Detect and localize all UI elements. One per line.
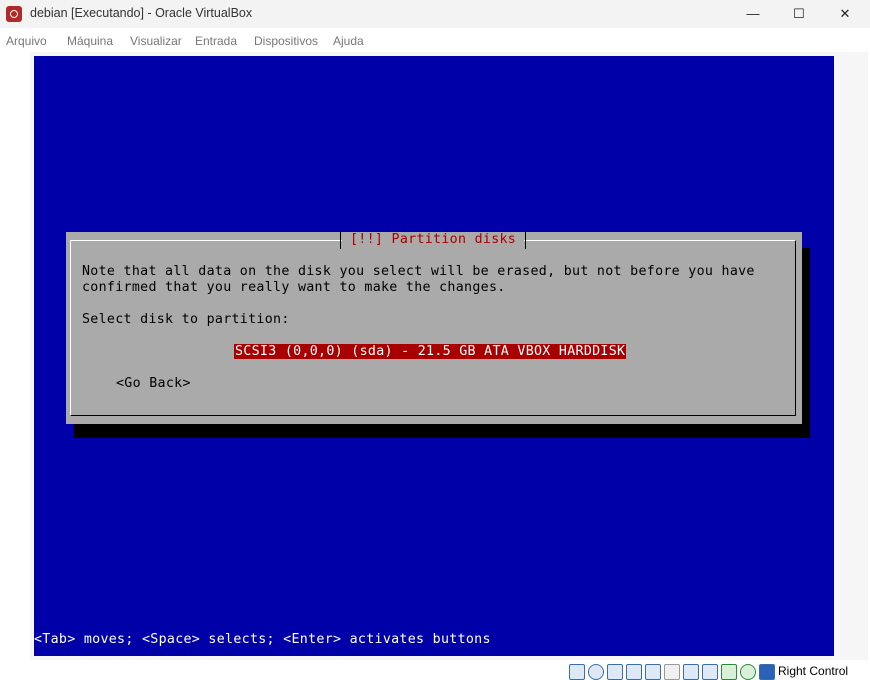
virtualbox-app-icon	[6, 6, 22, 22]
display-icon[interactable]	[683, 664, 699, 680]
menu-entrada[interactable]: Entrada	[195, 34, 237, 48]
dialog-note-line-2: confirmed that you really want to make t…	[82, 280, 506, 295]
menu-bar: Arquivo Máquina Visualizar Entrada Dispo…	[0, 30, 870, 52]
minimize-button[interactable]: —	[730, 0, 776, 28]
select-disk-prompt: Select disk to partition:	[82, 312, 290, 327]
menu-visualizar[interactable]: Visualizar	[130, 34, 182, 48]
menu-dispositivos[interactable]: Dispositivos	[254, 34, 318, 48]
partition-dialog: [!!] Partition disks Note that all data …	[66, 232, 802, 424]
dialog-note-line-1: Note that all data on the disk you selec…	[82, 264, 755, 279]
keyboard-icon[interactable]	[759, 664, 775, 680]
usb-icon[interactable]	[645, 664, 661, 680]
optical-drive-icon[interactable]	[588, 664, 604, 680]
shared-folders-icon[interactable]	[664, 664, 680, 680]
menu-arquivo[interactable]: Arquivo	[6, 34, 47, 48]
disk-option-sda[interactable]: SCSI3 (0,0,0) (sda) - 21.5 GB ATA VBOX H…	[234, 344, 627, 359]
recording-icon[interactable]	[702, 664, 718, 680]
close-button[interactable]: ✕	[822, 0, 868, 28]
installer-help-line: <Tab> moves; <Space> selects; <Enter> ac…	[34, 632, 491, 647]
hard-disk-icon[interactable]	[569, 664, 585, 680]
vm-screen[interactable]: [!!] Partition disks Note that all data …	[34, 56, 834, 656]
network-icon[interactable]	[626, 664, 642, 680]
menu-maquina[interactable]: Máquina	[67, 34, 113, 48]
window-titlebar: debian [Executando] - Oracle VirtualBox …	[0, 0, 870, 28]
window-title: debian [Executando] - Oracle VirtualBox	[30, 6, 253, 20]
dialog-title: [!!] Partition disks	[339, 232, 527, 249]
status-bar: Right Control	[0, 660, 870, 680]
audio-icon[interactable]	[607, 664, 623, 680]
go-back-button[interactable]: <Go Back>	[116, 376, 191, 391]
host-key-label: Right Control	[778, 664, 849, 678]
menu-ajuda[interactable]: Ajuda	[333, 34, 364, 48]
cpu-icon[interactable]	[721, 664, 737, 680]
mouse-integration-icon[interactable]	[740, 664, 756, 680]
maximize-button[interactable]: ☐	[776, 0, 822, 28]
